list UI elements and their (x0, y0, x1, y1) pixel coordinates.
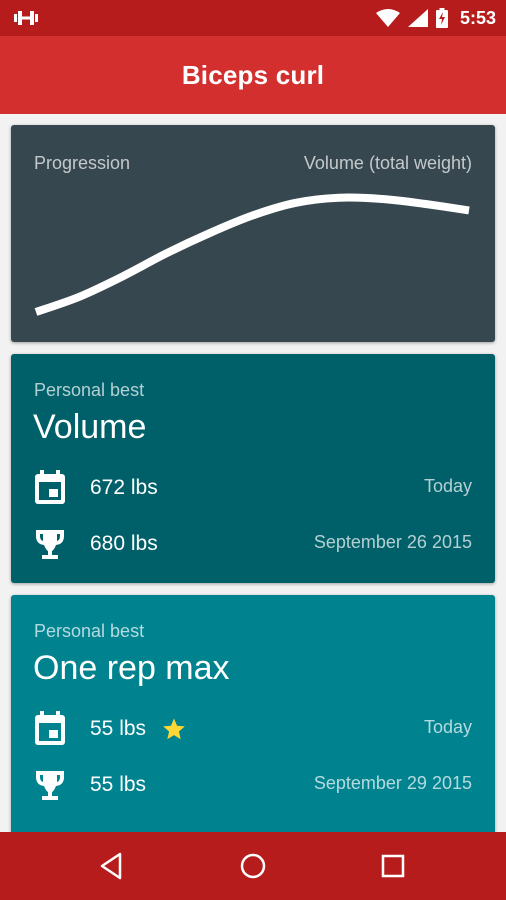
volume-current-row: 672 lbs Today (11, 468, 495, 508)
volume-best-value: 680 lbs (90, 532, 158, 555)
card-heading: Volume (33, 408, 147, 446)
volume-best-card[interactable]: Personal best Volume 672 lbs Today 680 l… (11, 354, 495, 583)
dumbbell-icon (14, 11, 38, 25)
app-bar: Biceps curl (0, 36, 506, 114)
page-title: Biceps curl (181, 59, 325, 90)
volume-current-date: Today (423, 476, 472, 496)
status-time: 5:53 (459, 7, 496, 28)
navigation-bar (0, 832, 506, 900)
progression-chart-card[interactable]: Progression Volume (total weight) (11, 125, 495, 342)
home-icon[interactable] (235, 848, 271, 884)
chart-series-line (34, 193, 470, 316)
back-icon[interactable] (94, 848, 130, 884)
progression-chart (34, 193, 470, 316)
one-rep-max-best-card[interactable]: Personal best One rep max 55 lbs Today 5… (11, 595, 495, 832)
orm-best-value: 55 lbs (90, 773, 147, 796)
card-heading: One rep max (33, 649, 230, 687)
trophy-icon (36, 530, 64, 559)
orm-current-date: Today (423, 717, 472, 737)
orm-best-date: September 29 2015 (313, 773, 472, 793)
trophy-icon (36, 771, 64, 800)
orm-current-value: 55 lbs (90, 717, 147, 740)
signal-icon (407, 9, 428, 27)
recents-icon[interactable] (375, 848, 411, 884)
card-kicker: Personal best (34, 621, 145, 641)
card-kicker: Personal best (34, 380, 145, 400)
battery-charging-icon (435, 8, 448, 28)
status-bar: 5:53 (0, 0, 506, 36)
volume-current-value: 672 lbs (90, 476, 158, 499)
content-scroll[interactable]: Progression Volume (total weight) Person… (0, 114, 506, 832)
calendar-icon (35, 711, 65, 745)
orm-best-row: 55 lbs September 29 2015 (11, 765, 495, 805)
volume-best-row: 680 lbs September 26 2015 (11, 524, 495, 564)
wifi-icon (375, 9, 400, 27)
orm-current-row: 55 lbs Today (11, 709, 495, 749)
calendar-icon (35, 470, 65, 504)
star-icon (163, 718, 185, 740)
volume-best-date: September 26 2015 (313, 532, 472, 552)
